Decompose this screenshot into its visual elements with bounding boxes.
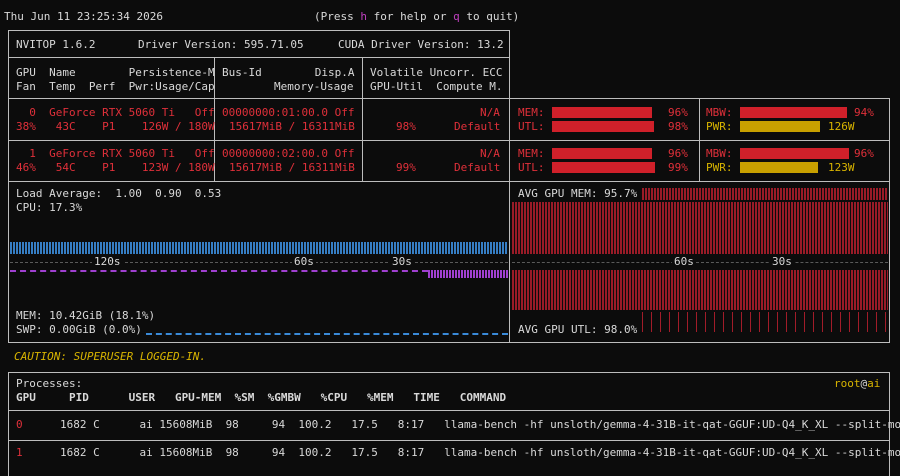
gpu0-mbw-pct: 94% xyxy=(854,106,874,119)
gpu0-mem-bar xyxy=(552,107,652,118)
axis-60s: 60s xyxy=(292,255,316,269)
process-gpu-index: 0 xyxy=(16,418,23,431)
table-row[interactable]: 0 1682 C ai 15608MiB 98 94 100.2 17.5 8:1… xyxy=(16,418,900,432)
gpu1-name: 1 GeForce RTX 5060 Ti Off xyxy=(16,147,215,160)
gpu1-mem-pct: 96% xyxy=(668,147,688,160)
host-swap: SWP: 0.00GiB (0.0%) xyxy=(16,323,142,336)
gpu1-mem-bar xyxy=(552,148,652,159)
user-host: root@ai xyxy=(834,377,881,390)
process-headers: GPU PID USER GPU-MEM %SM %GMBW %CPU %MEM… xyxy=(16,391,507,404)
gpu0-mbw-label: MBW: xyxy=(706,106,733,119)
gpu0-name: 0 GeForce RTX 5060 Ti Off xyxy=(16,106,215,119)
avg-gpu-mem: AVG GPU MEM: 95.7% xyxy=(518,187,638,200)
cuda-version: CUDA Driver Version: 13.2 xyxy=(338,38,504,51)
gpu0-mbw-bar xyxy=(740,107,847,118)
col-gpu-util: GPU-Util Compute M. xyxy=(370,80,503,93)
processes-title: Processes: xyxy=(16,377,83,390)
gpu-utl-history-sparse xyxy=(642,312,888,332)
avg-gpu-utl: AVG GPU UTL: 98.0% xyxy=(518,323,638,336)
right-axis-60s: 60s xyxy=(672,255,696,269)
gpu1-mbw-bar xyxy=(740,148,849,159)
process-gpu-index: 1 xyxy=(16,446,23,459)
gpu0-utl-pct: 98% xyxy=(668,120,688,133)
driver-version: Driver Version: 595.71.05 xyxy=(138,38,304,51)
process-details: 1682 C ai 15608MiB 98 94 100.2 17.5 8:17… xyxy=(60,418,900,431)
col-busid: Bus-Id Disp.A xyxy=(222,66,355,79)
gpu1-busid: 00000000:02:00.0 Off xyxy=(222,147,355,160)
gpu0-utl-label: UTL: xyxy=(518,120,545,133)
gpu0-compute-mode: Default xyxy=(454,120,501,133)
cpu-percent: CPU: 17.3% xyxy=(16,201,83,214)
col-memory: Memory-Usage xyxy=(274,80,354,93)
cpu-history-graph xyxy=(10,242,508,254)
gpu0-mem-label: MEM: xyxy=(518,106,545,119)
gpu1-util: 99% xyxy=(396,161,416,174)
quit-key: q xyxy=(453,10,460,23)
gpu0-pwr-bar xyxy=(740,121,820,132)
host-mem: MEM: 10.42GiB (18.1%) xyxy=(16,309,156,322)
gpu0-mem-pct: 96% xyxy=(668,106,688,119)
help-hint: (Press h for help or q to quit) xyxy=(314,10,520,23)
gpu-utl-history-graph xyxy=(512,270,888,310)
gpu0-utl-bar xyxy=(552,121,654,132)
mem-history-recent xyxy=(428,270,508,278)
gpu1-utl-pct: 99% xyxy=(668,161,688,174)
load-average: Load Average: 1.00 0.90 0.53 xyxy=(16,187,222,200)
gpu1-utl-bar xyxy=(552,162,655,173)
gpu0-fan-temp: 38% 43C P1 126W / 180W xyxy=(16,120,215,133)
gpu1-mbw-label: MBW: xyxy=(706,147,733,160)
gpu1-utl-label: UTL: xyxy=(518,161,545,174)
gpu1-mem-label: MEM: xyxy=(518,147,545,160)
gpu0-ecc: N/A xyxy=(480,106,500,119)
gpu0-memory: 15617MiB / 16311MiB xyxy=(229,120,355,133)
right-axis-30s: 30s xyxy=(770,255,794,269)
gpu1-pwr-bar xyxy=(740,162,818,173)
col-gpu-name: GPU Name Persistence-M xyxy=(16,66,215,79)
gpu0-util: 98% xyxy=(396,120,416,133)
gpu0-pwr-label: PWR: xyxy=(706,120,733,133)
axis-120s: 120s xyxy=(92,255,123,269)
axis-30s: 30s xyxy=(390,255,414,269)
gpu0-busid: 00000000:01:00.0 Off xyxy=(222,106,355,119)
gpu0-pwr-val: 126W xyxy=(828,120,855,133)
swap-history-line xyxy=(146,333,508,335)
process-details: 1682 C ai 15608MiB 98 94 100.2 17.5 8:17… xyxy=(60,446,900,459)
col-fan-temp: Fan Temp Perf Pwr:Usage/Cap xyxy=(16,80,215,93)
gpu1-ecc: N/A xyxy=(480,147,500,160)
mem-history-line xyxy=(10,270,428,272)
gpu-mem-history-top xyxy=(642,188,888,200)
gpu1-mbw-pct: 96% xyxy=(854,147,874,160)
table-row[interactable]: 1 1682 C ai 15608MiB 98 94 100.2 17.5 8:1… xyxy=(16,446,900,460)
col-volatile: Volatile Uncorr. ECC xyxy=(370,66,503,79)
gpu1-fan-temp: 46% 54C P1 123W / 180W xyxy=(16,161,215,174)
help-key: h xyxy=(360,10,367,23)
gpu1-compute-mode: Default xyxy=(454,161,501,174)
caution-banner: CAUTION: SUPERUSER LOGGED-IN. xyxy=(14,350,207,363)
nvitop-version: NVITOP 1.6.2 xyxy=(16,38,96,51)
gpu1-pwr-val: 123W xyxy=(828,161,855,174)
gpu1-memory: 15617MiB / 16311MiB xyxy=(229,161,355,174)
gpu1-pwr-label: PWR: xyxy=(706,161,733,174)
gpu-mem-history-graph xyxy=(512,202,888,254)
datetime: Thu Jun 11 23:25:34 2026 xyxy=(4,10,163,23)
